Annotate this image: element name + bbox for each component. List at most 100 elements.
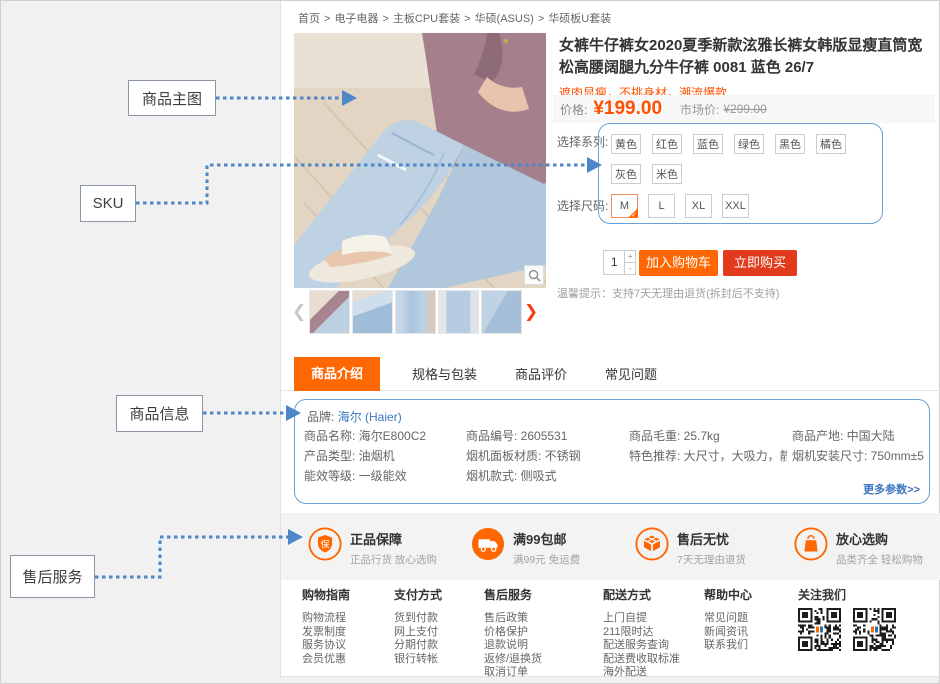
- thumbnail[interactable]: [395, 290, 436, 334]
- service-item: 保 正品保障 正品行货 放心选购: [308, 527, 437, 567]
- return-policy-tip: 温馨提示：支持7天无理由退货(拆封后不支持): [557, 285, 779, 301]
- color-options: 黄色 红色 蓝色 绿色 黑色 橘色 灰色 米色: [611, 134, 873, 184]
- annotation-after-sales: 售后服务: [10, 555, 95, 598]
- service-guarantee-strip: 保 正品保障 正品行货 放心选购 满99包邮 满99元 免运费: [281, 513, 940, 580]
- footer-link[interactable]: 分期付款: [394, 639, 442, 653]
- color-option[interactable]: 蓝色: [693, 134, 723, 154]
- breadcrumb-brand[interactable]: 华硕(ASUS): [475, 13, 534, 25]
- info-field: 烟机安装尺寸: 750mm±50mm (烟...: [792, 447, 924, 464]
- breadcrumb-current[interactable]: 华硕板U套装: [548, 13, 611, 25]
- brand-link[interactable]: 海尔 (Haier): [338, 410, 402, 424]
- info-field: 烟机款式: 侧吸式: [466, 467, 624, 484]
- footer-link[interactable]: 会员优惠: [302, 653, 350, 667]
- footer-link[interactable]: 新闻资讯: [704, 626, 752, 640]
- footer-link[interactable]: 货到付款: [394, 612, 442, 626]
- info-field: 商品名称: 海尔E800C2: [304, 427, 462, 444]
- more-params-link[interactable]: 更多参数>>: [863, 481, 920, 497]
- footer-link[interactable]: 退款说明: [484, 639, 542, 653]
- thumbnail[interactable]: [352, 290, 393, 334]
- quantity-input[interactable]: 1: [604, 251, 624, 274]
- info-field: 商品毛重: 25.7kg: [629, 427, 787, 444]
- footer-link[interactable]: 常见问题: [704, 612, 752, 626]
- footer-link[interactable]: 配送费收取标准: [603, 653, 680, 667]
- footer-link[interactable]: 网上支付: [394, 626, 442, 640]
- market-price-label: 市场价:: [680, 101, 719, 118]
- thumbnail[interactable]: [438, 290, 479, 334]
- product-title: 女裤牛仔裤女2020夏季新款泫雅长裤女韩版显瘦直筒宽松高腰阔腿九分牛仔裤 008…: [559, 35, 937, 79]
- color-option[interactable]: 黄色: [611, 134, 641, 154]
- brand-label: 品牌:: [307, 410, 334, 424]
- footer-link[interactable]: 发票制度: [302, 626, 350, 640]
- image-zoom-button[interactable]: [524, 265, 544, 285]
- footer-link[interactable]: 返修/退换货: [484, 653, 542, 667]
- product-photo-illustration: [294, 33, 546, 288]
- color-option[interactable]: 灰色: [611, 164, 641, 184]
- info-field: 特色推荐: 大尺寸，大吸力，静音...: [629, 447, 787, 464]
- info-field: 烟机面板材质: 不锈钢: [466, 447, 624, 464]
- color-option[interactable]: 红色: [652, 134, 682, 154]
- footer-column-payment: 支付方式 货到付款 网上支付 分期付款 银行转帐: [394, 586, 442, 666]
- annotation-product-info: 商品信息: [116, 395, 203, 432]
- breadcrumb-home[interactable]: 首页: [298, 13, 320, 25]
- shopping-bag-icon: [794, 527, 828, 561]
- arrow-line-after-sales: [95, 537, 289, 577]
- color-option[interactable]: 绿色: [734, 134, 764, 154]
- color-option[interactable]: 黑色: [775, 134, 805, 154]
- color-option[interactable]: 橘色: [816, 134, 846, 154]
- thumbnails-prev-icon[interactable]: ❮: [292, 300, 306, 324]
- footer-link[interactable]: 211限时达: [603, 626, 680, 640]
- sku-selection-panel: 黄色 红色 蓝色 绿色 黑色 橘色 灰色 米色 M L XL XXL: [598, 123, 883, 224]
- footer-link[interactable]: 银行转帐: [394, 653, 442, 667]
- footer-column-after-sales: 售后服务 售后政策 价格保护 退款说明 返修/退换货 取消订单: [484, 586, 542, 680]
- footer-link[interactable]: 售后政策: [484, 612, 542, 626]
- size-option[interactable]: XXL: [722, 194, 749, 218]
- footer-link[interactable]: 服务协议: [302, 639, 350, 653]
- footer-link[interactable]: 海外配送: [603, 666, 680, 680]
- footer-link[interactable]: 取消订单: [484, 666, 542, 680]
- tab-spec-packaging[interactable]: 规格与包装: [406, 364, 483, 383]
- product-page-panel: 首页>电子电器>主板CPU套装>华硕(ASUS)>华硕板U套装: [280, 1, 939, 677]
- breadcrumb-subcategory[interactable]: 主板CPU套装: [393, 13, 460, 25]
- color-option[interactable]: 米色: [652, 164, 682, 184]
- qr-code: [853, 608, 896, 651]
- price-value: ¥199.00: [593, 98, 662, 120]
- add-to-cart-button[interactable]: 加入购物车: [639, 250, 718, 276]
- gift-box-icon: [635, 527, 669, 561]
- quantity-stepper: 1 + -: [603, 250, 636, 275]
- market-price-value: ¥299.00: [723, 102, 766, 116]
- service-item: 满99包邮 满99元 免运费: [471, 527, 580, 567]
- footer-link[interactable]: 联系我们: [704, 639, 752, 653]
- delivery-truck-icon: [471, 527, 505, 561]
- size-option-selected[interactable]: M: [611, 194, 638, 218]
- quantity-decrease-button[interactable]: -: [625, 263, 635, 274]
- thumbnails-next-icon[interactable]: ❯: [524, 300, 538, 324]
- price-bar: 价格: ¥199.00 市场价: ¥299.00: [553, 95, 935, 123]
- breadcrumb: 首页>电子电器>主板CPU套装>华硕(ASUS)>华硕板U套装: [296, 10, 613, 26]
- thumbnail-strip: ❮ ❯: [281, 290, 546, 336]
- buy-now-button[interactable]: 立即购买: [723, 250, 797, 276]
- brand-row: 品牌: 海尔 (Haier): [307, 408, 402, 425]
- size-option[interactable]: XL: [685, 194, 712, 218]
- annotation-sku: SKU: [80, 185, 136, 222]
- product-main-image[interactable]: [294, 33, 546, 288]
- footer-column-shopping-guide: 购物指南 购物流程 发票制度 服务协议 会员优惠: [302, 586, 350, 666]
- footer-link[interactable]: 上门自提: [603, 612, 680, 626]
- product-info-panel: 品牌: 海尔 (Haier) 商品名称: 海尔E800C2 商品编号: 2605…: [294, 399, 930, 504]
- tab-product-intro[interactable]: 商品介绍: [294, 357, 380, 391]
- annotated-product-page: 首页>电子电器>主板CPU套装>华硕(ASUS)>华硕板U套装: [0, 0, 940, 684]
- footer-link[interactable]: 购物流程: [302, 612, 350, 626]
- info-field: 商品编号: 2605531: [466, 427, 624, 444]
- tab-faq[interactable]: 常见问题: [599, 364, 663, 383]
- footer-column-help: 帮助中心 常见问题 新闻资讯 联系我们: [704, 586, 752, 653]
- thumbnail[interactable]: [309, 290, 350, 334]
- shield-badge-icon: 保: [308, 527, 342, 561]
- breadcrumb-category[interactable]: 电子电器: [334, 13, 378, 25]
- footer-link[interactable]: 配送服务查询: [603, 639, 680, 653]
- thumbnail[interactable]: [481, 290, 522, 334]
- footer-link[interactable]: 价格保护: [484, 626, 542, 640]
- size-option[interactable]: L: [648, 194, 675, 218]
- tab-reviews[interactable]: 商品评价: [509, 364, 573, 383]
- quantity-increase-button[interactable]: +: [625, 251, 635, 263]
- info-field: 能效等级: 一级能效: [304, 467, 462, 484]
- magnifier-icon: [528, 269, 541, 282]
